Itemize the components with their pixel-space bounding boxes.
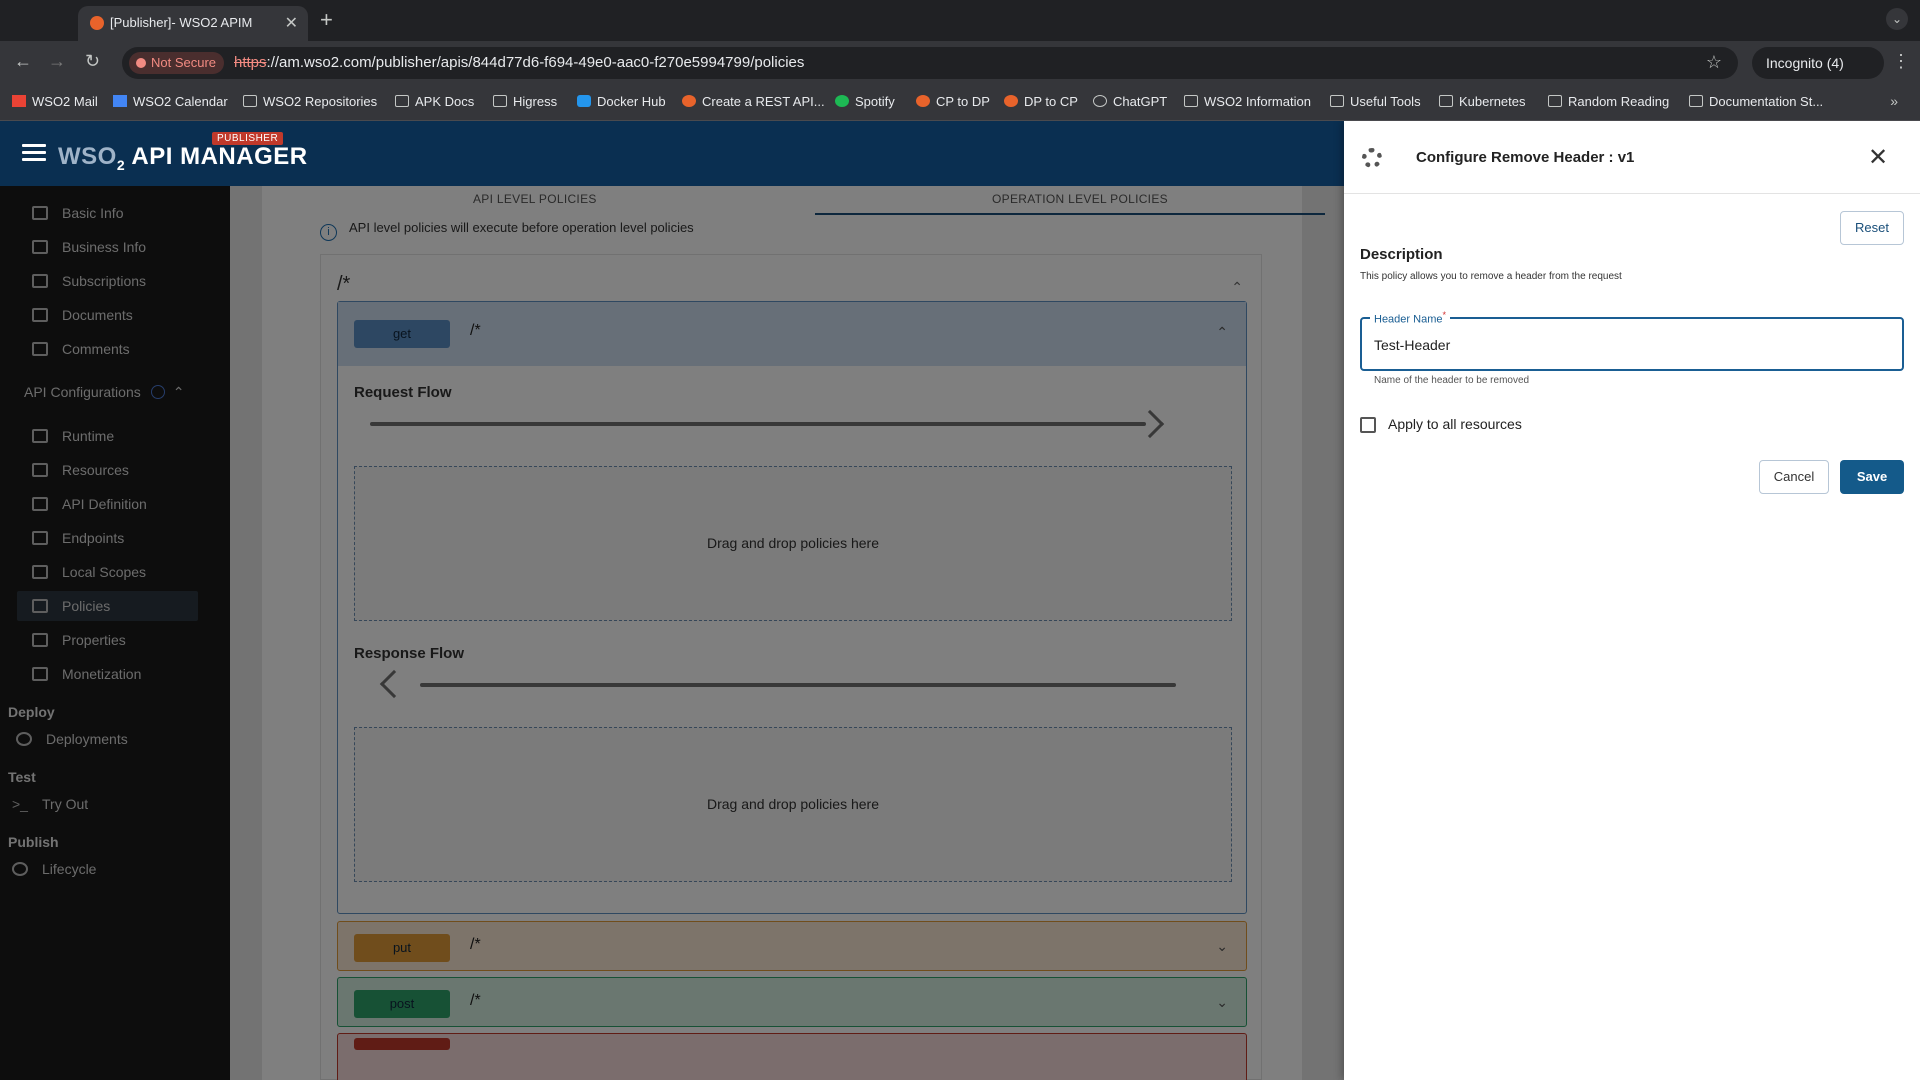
required-marker: * <box>1442 310 1447 320</box>
folder-icon <box>395 95 409 107</box>
description-title: Description <box>1360 246 1443 263</box>
bookmark-label: Higress <box>513 94 558 109</box>
url-protocol: https <box>234 54 267 71</box>
header-name-helper: Name of the header to be removed <box>1374 375 1530 386</box>
folder-icon <box>1689 95 1703 107</box>
header-name-field[interactable]: Header Name* Test-Header <box>1360 310 1904 371</box>
new-tab-icon[interactable]: + <box>320 7 333 33</box>
site-icon <box>1004 95 1018 107</box>
spotify-icon <box>835 95 849 107</box>
browser-menu-icon[interactable]: ⋮ <box>1892 51 1910 72</box>
browser-toolbar: ← → ↻ Not Secure https://am.wso2.com/pub… <box>0 41 1920 85</box>
bookmark-random-reading[interactable]: Random Reading <box>1548 94 1669 109</box>
drawer-title: Configure Remove Header : v1 <box>1416 149 1635 166</box>
bookmark-wso2-calendar[interactable]: WSO2 Calendar <box>113 94 228 109</box>
apply-all-checkbox[interactable] <box>1360 417 1376 433</box>
bookmark-chatgpt[interactable]: ChatGPT <box>1093 94 1167 109</box>
header-name-input[interactable]: Test-Header <box>1374 337 1450 353</box>
bookmark-useful-tools[interactable]: Useful Tools <box>1330 94 1421 109</box>
forward-icon[interactable]: → <box>48 51 66 72</box>
field-label-text: Header Name <box>1374 313 1443 326</box>
folder-icon <box>243 95 257 107</box>
modal-backdrop[interactable] <box>0 186 1344 1080</box>
bookmark-label: DP to CP <box>1024 94 1078 109</box>
save-button[interactable]: Save <box>1840 460 1904 494</box>
incognito-indicator[interactable]: Incognito (4) <box>1752 47 1884 79</box>
close-tab-icon[interactable]: ✕ <box>285 13 298 33</box>
not-secure-badge[interactable]: Not Secure <box>129 52 225 74</box>
app-logo[interactable]: WSO2 API MANAGER <box>58 143 308 173</box>
bookmark-wso2-mail[interactable]: WSO2 Mail <box>12 94 98 109</box>
bookmark-wso2-repositories[interactable]: WSO2 Repositories <box>243 94 377 109</box>
bookmark-apk-docs[interactable]: APK Docs <box>395 94 474 109</box>
chatgpt-icon <box>1093 95 1107 107</box>
url-path: ://am.wso2.com/publisher/apis/844d77d6-f… <box>266 54 805 71</box>
bookmark-label: Spotify <box>855 94 895 109</box>
gmail-icon <box>12 95 26 107</box>
description-text: This policy allows you to remove a heade… <box>1360 271 1622 282</box>
browser-tab-strip: [Publisher]- WSO2 APIM ✕ + ⌄ <box>0 0 1920 41</box>
bookmark-star-icon[interactable]: ☆ <box>1706 52 1722 73</box>
back-icon[interactable]: ← <box>14 51 32 72</box>
bookmark-label: WSO2 Mail <box>32 94 98 109</box>
bookmark-wso2-information[interactable]: WSO2 Information <box>1184 94 1311 109</box>
bookmark-create-rest-api[interactable]: Create a REST API... <box>682 94 825 109</box>
logo-wso: WSO <box>58 143 117 170</box>
bookmark-label: APK Docs <box>415 94 475 109</box>
bookmark-docker-hub[interactable]: Docker Hub <box>577 94 666 109</box>
address-bar[interactable]: Not Secure https://am.wso2.com/publisher… <box>122 47 1738 79</box>
bookmark-spotify[interactable]: Spotify <box>835 94 895 109</box>
publisher-tag: PUBLISHER <box>212 132 284 145</box>
close-icon[interactable]: ✕ <box>1868 143 1888 172</box>
app-viewport: WSO2 API MANAGER PUBLISHER Basic Info Bu… <box>0 121 1920 1080</box>
logo-two: 2 <box>116 156 126 173</box>
gear-icon <box>1362 148 1382 168</box>
drawer-header: Configure Remove Header : v1 ✕ <box>1344 121 1920 194</box>
browser-tab[interactable]: [Publisher]- WSO2 APIM ✕ <box>78 6 308 41</box>
reset-button[interactable]: Reset <box>1840 211 1904 245</box>
bookmark-label: Kubernetes <box>1459 94 1526 109</box>
more-bookmarks-icon[interactable]: » <box>1890 93 1898 109</box>
configure-policy-drawer: Configure Remove Header : v1 ✕ Reset Des… <box>1344 121 1920 1080</box>
hamburger-menu-icon[interactable] <box>22 144 46 162</box>
folder-icon <box>1548 95 1562 107</box>
logo-name: API MANAGER <box>131 143 308 170</box>
cancel-button[interactable]: Cancel <box>1759 460 1829 494</box>
bookmarks-bar: WSO2 Mail WSO2 Calendar WSO2 Repositorie… <box>0 85 1920 121</box>
incognito-label: Incognito (4) <box>1766 55 1844 71</box>
folder-icon <box>1439 95 1453 107</box>
reload-icon[interactable]: ↻ <box>85 51 100 72</box>
folder-icon <box>493 95 507 107</box>
bookmark-label: Random Reading <box>1568 94 1670 109</box>
bookmark-label: Useful Tools <box>1350 94 1421 109</box>
bookmark-label: CP to DP <box>936 94 990 109</box>
bookmark-label: Create a REST API... <box>702 94 825 109</box>
calendar-icon <box>113 95 127 107</box>
bookmark-higress[interactable]: Higress <box>493 94 557 109</box>
browser-tab-title: [Publisher]- WSO2 APIM <box>110 15 253 30</box>
bookmark-label: Documentation St... <box>1709 94 1824 109</box>
bookmark-kubernetes[interactable]: Kubernetes <box>1439 94 1526 109</box>
apply-all-label[interactable]: Apply to all resources <box>1388 416 1522 432</box>
bookmark-label: WSO2 Calendar <box>133 94 228 109</box>
bookmark-cp-to-dp[interactable]: CP to DP <box>916 94 990 109</box>
bookmark-label: ChatGPT <box>1113 94 1168 109</box>
bookmark-documentation[interactable]: Documentation St... <box>1689 94 1823 109</box>
site-icon <box>916 95 930 107</box>
bookmark-label: Docker Hub <box>597 94 666 109</box>
site-icon <box>682 95 696 107</box>
docker-icon <box>577 95 591 107</box>
header-name-label: Header Name* <box>1370 310 1451 326</box>
wso2-favicon-icon <box>90 16 104 30</box>
folder-icon <box>1184 95 1198 107</box>
bookmark-label: WSO2 Information <box>1204 94 1311 109</box>
url-text: https://am.wso2.com/publisher/apis/844d7… <box>234 54 804 71</box>
tab-search-icon[interactable]: ⌄ <box>1886 8 1908 30</box>
folder-icon <box>1330 95 1344 107</box>
bookmark-dp-to-cp[interactable]: DP to CP <box>1004 94 1078 109</box>
bookmark-label: WSO2 Repositories <box>263 94 378 109</box>
